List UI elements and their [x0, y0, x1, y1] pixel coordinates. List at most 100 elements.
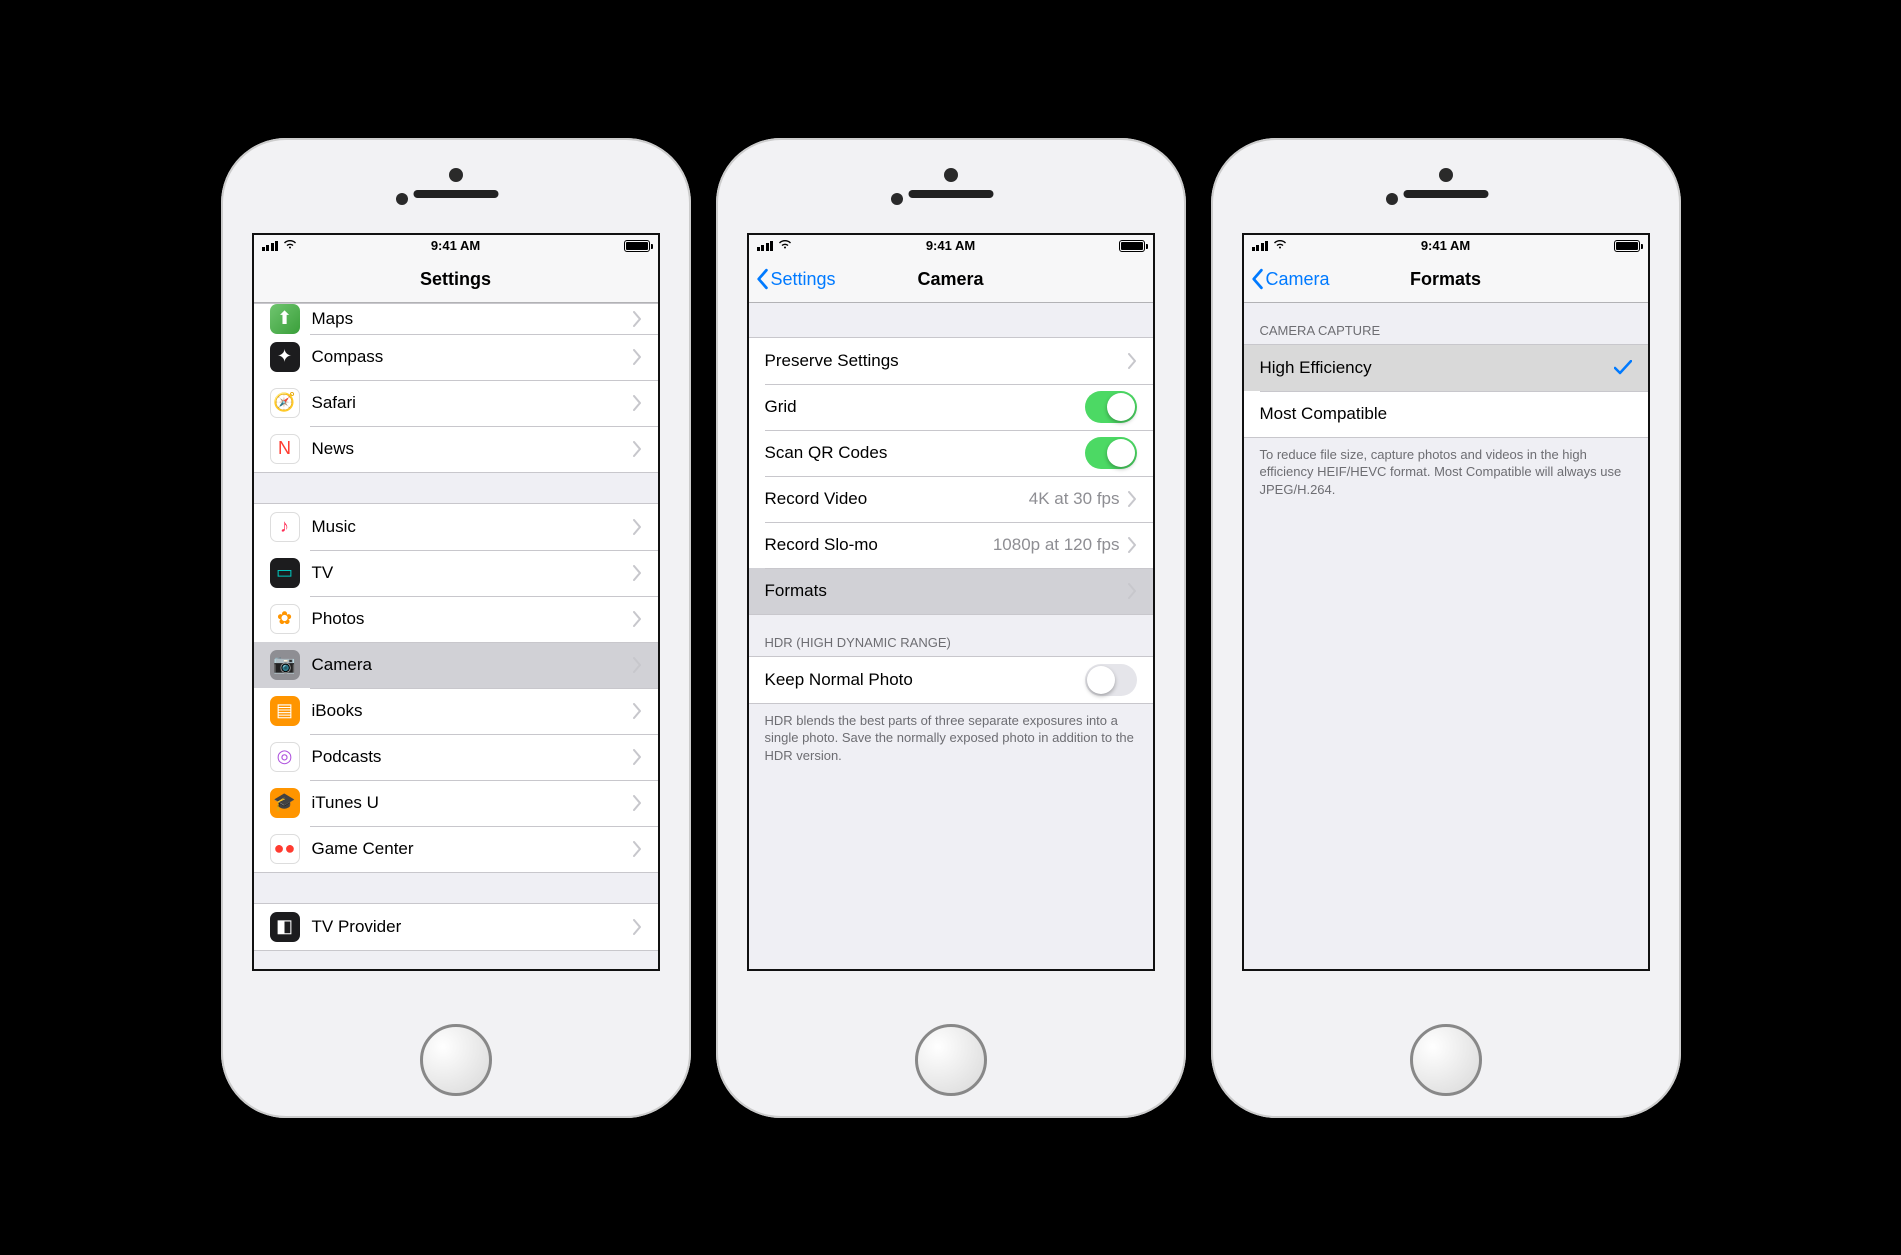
music-icon: ♪: [270, 512, 300, 542]
row-label: Grid: [765, 397, 1085, 417]
settings-group: ⬆︎ Maps ✦ Compass 🧭 Safari N News: [254, 303, 658, 473]
status-bar: 9:41 AM: [1244, 235, 1648, 257]
game center-icon: ●●: [270, 834, 300, 864]
settings-list[interactable]: ⬆︎ Maps ✦ Compass 🧭 Safari N News ♪ Musi…: [254, 303, 658, 969]
screen: 9:41 AM Camera Formats CAMERA CAPTURE Hi…: [1242, 233, 1650, 971]
chevron-right-icon: [1128, 491, 1137, 507]
status-time: 9:41 AM: [926, 238, 975, 253]
cellular-signal-icon: [757, 241, 774, 251]
status-time: 9:41 AM: [431, 238, 480, 253]
home-button[interactable]: [420, 1024, 492, 1096]
camera-icon: 📷: [270, 650, 300, 680]
nav-bar: Camera Formats: [1244, 257, 1648, 303]
group-header: CAMERA CAPTURE: [1244, 303, 1648, 344]
back-label: Settings: [771, 269, 836, 290]
chevron-right-icon: [1128, 537, 1137, 553]
settings-row-photos[interactable]: ✿ Photos: [254, 596, 658, 642]
scan qr codes-switch[interactable]: [1085, 437, 1137, 469]
maps-icon: ⬆︎: [270, 304, 300, 334]
row-label: Camera: [312, 655, 633, 675]
itunes u-icon: 🎓: [270, 788, 300, 818]
row-detail: 4K at 30 fps: [1029, 489, 1120, 509]
row-label: Podcasts: [312, 747, 633, 767]
chevron-right-icon: [633, 441, 642, 457]
settings-row-maps[interactable]: ⬆︎ Maps: [254, 304, 658, 334]
settings-row-music[interactable]: ♪ Music: [254, 504, 658, 550]
row-label: Formats: [765, 581, 1128, 601]
group-footer: To reduce file size, capture photos and …: [1244, 438, 1648, 513]
row-label: Keep Normal Photo: [765, 670, 1085, 690]
row-label: Photos: [312, 609, 633, 629]
back-button[interactable]: Settings: [755, 268, 836, 290]
chevron-right-icon: [633, 657, 642, 673]
battery-icon: [624, 240, 650, 252]
page-title: Settings: [420, 269, 491, 290]
status-bar: 9:41 AM: [254, 235, 658, 257]
camera-row-record video[interactable]: Record Video4K at 30 fps: [749, 476, 1153, 522]
chevron-right-icon: [633, 519, 642, 535]
row-label: Preserve Settings: [765, 351, 1128, 371]
speaker-slot: [413, 190, 498, 198]
row-label: Maps: [312, 309, 633, 329]
checkmark-icon: [1614, 355, 1632, 381]
camera-row-record slo-mo[interactable]: Record Slo-mo1080p at 120 fps: [749, 522, 1153, 568]
chevron-right-icon: [633, 703, 642, 719]
front-camera-dot: [1439, 168, 1453, 182]
chevron-right-icon: [1128, 353, 1137, 369]
camera-row-grid[interactable]: Grid: [749, 384, 1153, 430]
back-button[interactable]: Camera: [1250, 268, 1330, 290]
settings-row-game center[interactable]: ●● Game Center: [254, 826, 658, 872]
sensor-dot: [396, 193, 408, 205]
grid-switch[interactable]: [1085, 391, 1137, 423]
format-option-high efficiency[interactable]: High Efficiency: [1244, 345, 1648, 391]
home-button[interactable]: [1410, 1024, 1482, 1096]
chevron-right-icon: [633, 311, 642, 327]
page-title: Formats: [1410, 269, 1481, 290]
settings-row-compass[interactable]: ✦ Compass: [254, 334, 658, 380]
settings-row-ibooks[interactable]: ▤ iBooks: [254, 688, 658, 734]
row-label: High Efficiency: [1260, 358, 1614, 378]
wifi-icon: [282, 238, 298, 253]
compass-icon: ✦: [270, 342, 300, 372]
settings-row-camera[interactable]: 📷 Camera: [254, 642, 658, 688]
camera-row-scan qr codes[interactable]: Scan QR Codes: [749, 430, 1153, 476]
camera-settings-list[interactable]: Preserve Settings Grid Scan QR Codes Rec…: [749, 303, 1153, 969]
tv-icon: ▭: [270, 558, 300, 588]
page-title: Camera: [917, 269, 983, 290]
speaker-slot: [908, 190, 993, 198]
settings-row-safari[interactable]: 🧭 Safari: [254, 380, 658, 426]
row-label: Compass: [312, 347, 633, 367]
status-bar: 9:41 AM: [749, 235, 1153, 257]
back-label: Camera: [1266, 269, 1330, 290]
podcasts-icon: ◎: [270, 742, 300, 772]
chevron-right-icon: [633, 749, 642, 765]
cellular-signal-icon: [1252, 241, 1269, 251]
camera-row-formats[interactable]: Formats: [749, 568, 1153, 614]
row-label: iTunes U: [312, 793, 633, 813]
home-button[interactable]: [915, 1024, 987, 1096]
settings-row-podcasts[interactable]: ◎ Podcasts: [254, 734, 658, 780]
front-camera-dot: [449, 168, 463, 182]
formats-group: High Efficiency Most Compatible: [1244, 344, 1648, 438]
row-detail: 1080p at 120 fps: [993, 535, 1120, 555]
camera-row-keep normal photo[interactable]: Keep Normal Photo: [749, 657, 1153, 703]
settings-row-tv provider[interactable]: ◧ TV Provider: [254, 904, 658, 950]
settings-group: ♪ Music ▭ TV ✿ Photos 📷 Camera ▤ iBooks: [254, 503, 658, 873]
group-footer: HDR blends the best parts of three separ…: [749, 704, 1153, 779]
tv provider-icon: ◧: [270, 912, 300, 942]
settings-row-news[interactable]: N News: [254, 426, 658, 472]
row-label: TV: [312, 563, 633, 583]
formats-list[interactable]: CAMERA CAPTURE High Efficiency Most Comp…: [1244, 303, 1648, 969]
group-spacer: [254, 473, 658, 503]
camera-row-preserve settings[interactable]: Preserve Settings: [749, 338, 1153, 384]
format-option-most compatible[interactable]: Most Compatible: [1244, 391, 1648, 437]
keep normal photo-switch[interactable]: [1085, 664, 1137, 696]
row-label: Record Slo-mo: [765, 535, 993, 555]
settings-row-tv[interactable]: ▭ TV: [254, 550, 658, 596]
settings-row-itunes u[interactable]: 🎓 iTunes U: [254, 780, 658, 826]
row-label: Game Center: [312, 839, 633, 859]
battery-icon: [1614, 240, 1640, 252]
front-camera-dot: [944, 168, 958, 182]
chevron-right-icon: [633, 611, 642, 627]
row-label: News: [312, 439, 633, 459]
